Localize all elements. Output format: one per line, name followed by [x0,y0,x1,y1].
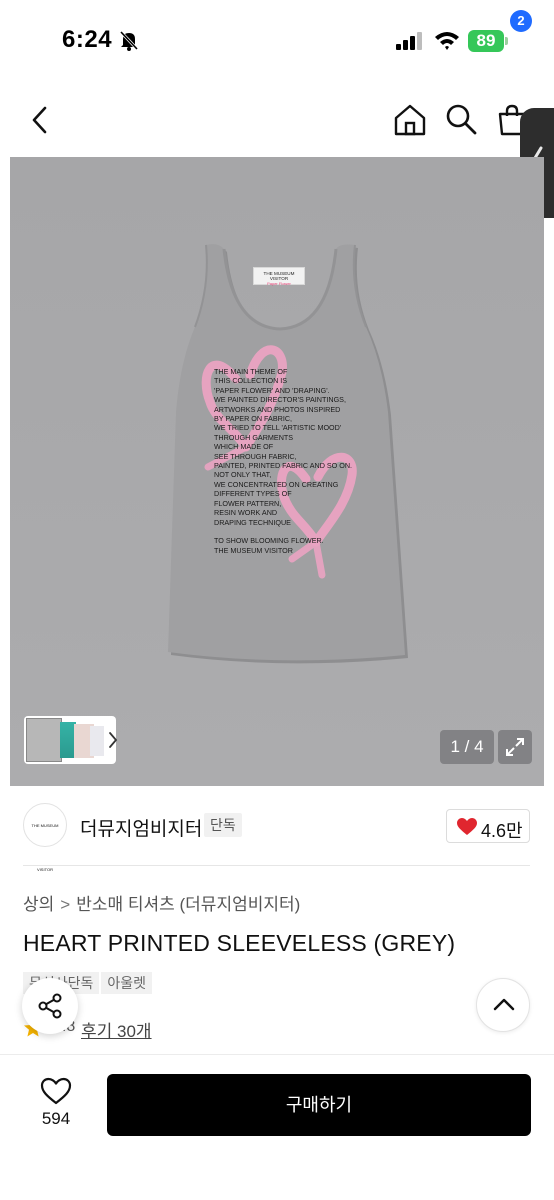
chevron-up-icon [493,998,515,1011]
home-icon[interactable] [392,102,428,138]
print-line: 'PAPER FLOWER' AND 'DRAPING'. [214,385,330,395]
print-line: WHICH MADE OF [214,442,274,452]
cart-count-badge: 2 [510,10,532,32]
thumbnail-strip[interactable] [24,716,118,764]
print-line: ARTWORKS AND PHOTOS INSPIRED [214,404,341,414]
heart-filled-icon [457,818,477,835]
share-icon [38,993,62,1019]
print-line: WE CONCENTRATED ON CREATING [214,479,339,489]
bell-off-icon [119,30,139,51]
breadcrumb-subcategory[interactable]: 반소매 티셔츠 (더뮤지엄비지터) [76,895,300,914]
print-line: RESIN WORK AND [214,508,278,518]
breadcrumb: 상의 > 반소매 티셔츠 (더뮤지엄비지터) [23,890,300,915]
print-line: FLOWER PATTERN, [214,498,282,508]
print-line: PAINTED, PRINTED FABRIC AND SO ON. [214,461,353,471]
print-line: TO SHOW BLOOMING FLOWER. [214,536,324,546]
exclusive-badge: 단독 [204,813,242,837]
brand-name[interactable]: 더뮤지엄비지터 [80,814,202,841]
product-image-gallery[interactable]: THE MUSEUM VISITOR Paper Flower THE MAIN… [10,157,544,786]
garment-label: THE MUSEUM VISITOR Paper Flower [253,267,305,286]
signal-icon [396,32,422,50]
brand-like-count: 4.6만 [481,821,523,841]
print-line: THE MUSEUM VISITOR [214,545,293,555]
battery-level: 89 [468,30,504,52]
expand-icon [506,738,524,756]
bottom-action-bar: 594 구매하기 [0,1054,554,1200]
share-button[interactable] [22,978,78,1034]
brand-row: THE MUSEUM VISITOR 더뮤지엄비지터 단독 4.6만 [0,800,554,872]
product-title: HEART PRINTED SLEEVELESS (GREY) [23,930,456,956]
print-line: BY PAPER ON FABRIC, [214,414,293,424]
thumbnail-grey[interactable] [26,718,62,762]
breadcrumb-category[interactable]: 상의 [23,895,54,914]
print-line [214,527,374,536]
thumbnail-white[interactable] [90,726,104,756]
chevron-right-icon[interactable] [108,731,118,749]
garment-label-brand: THE MUSEUM VISITOR [263,271,295,281]
battery-tip [505,37,508,45]
print-line: THIS COLLECTION IS [214,376,288,386]
search-icon[interactable] [444,102,478,136]
status-bar: 6:24 89 [0,0,554,80]
back-icon[interactable] [24,104,56,136]
status-time: 6:24 [62,26,113,53]
wifi-icon [435,32,459,50]
review-count-link[interactable]: 후기 30개 [81,1017,152,1042]
print-line: THE MAIN THEME OF [214,367,288,376]
garment-print-text: THE MAIN THEME OF THIS COLLECTION IS 'PAPE… [214,367,374,555]
image-page-counter: 1 / 4 [440,730,494,764]
print-line: DRAPING TECHNIQUE [214,517,291,527]
print-line: WE TRIED TO TELL 'ARTISTIC MOOD' [214,423,342,433]
breadcrumb-separator: > [60,895,71,914]
wishlist-count: 594 [41,1109,71,1128]
tag-outlet: 아울렛 [101,972,153,994]
expand-image-button[interactable] [498,730,532,764]
print-line: THROUGH GARMENTS [214,432,294,442]
garment-label-collection: Paper Flower [267,281,291,286]
brand-like-button[interactable]: 4.6만 [446,809,530,843]
buy-button[interactable]: 구매하기 [107,1074,531,1136]
scroll-to-top-button[interactable] [476,978,530,1032]
print-line: NOT ONLY THAT, [214,470,272,480]
battery-indicator: 89 [468,30,508,52]
wishlist-heart-icon[interactable] [40,1077,72,1105]
top-nav [0,90,554,150]
print-line: DIFFERENT TYPES OF [214,489,292,499]
section-divider [23,865,530,866]
brand-logo[interactable]: THE MUSEUM VISITOR [23,803,67,872]
print-line: SEE THROUGH FABRIC, [214,451,297,461]
print-line: WE PAINTED DIRECTOR'S PAINTINGS, [214,395,346,405]
